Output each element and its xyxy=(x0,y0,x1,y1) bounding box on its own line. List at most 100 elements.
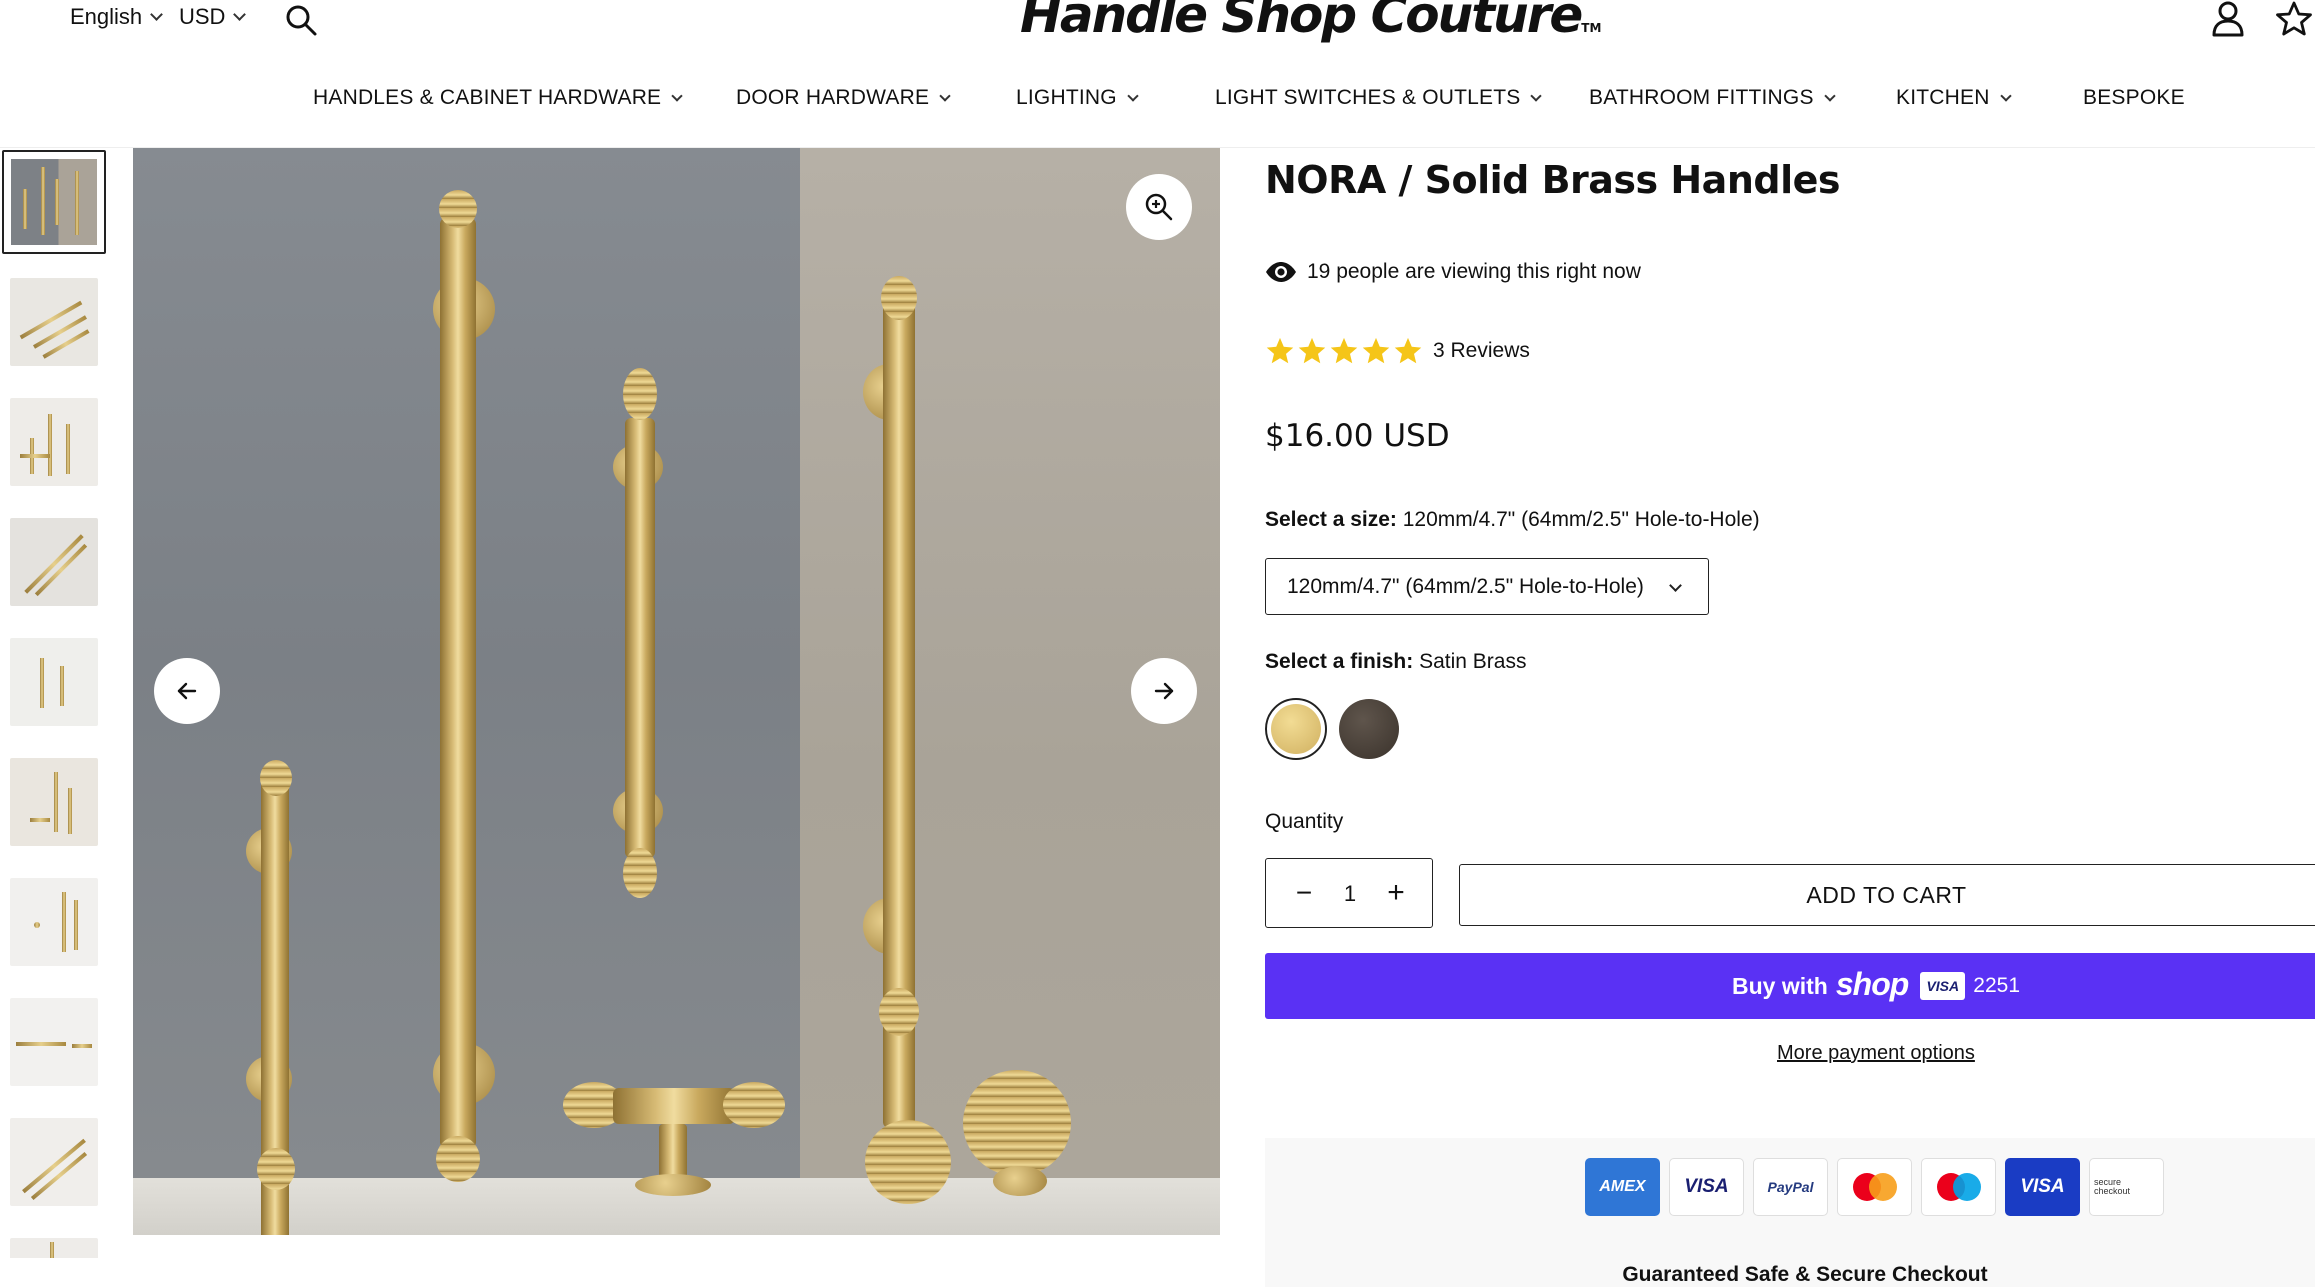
thumbnail-9[interactable] xyxy=(10,1118,98,1206)
chevron-down-icon xyxy=(1824,90,1836,102)
star-icon xyxy=(1394,337,1422,364)
handle-finial xyxy=(439,190,477,228)
quantity-label: Quantity xyxy=(1265,810,1344,833)
next-image-button[interactable] xyxy=(1131,658,1197,724)
ball-knob xyxy=(865,1120,951,1204)
visa-blue-icon: VISA xyxy=(2005,1158,2080,1216)
finish-label-value: Satin Brass xyxy=(1419,650,1527,673)
chevron-down-icon xyxy=(150,8,164,21)
nav-item-kitchen[interactable]: KITCHEN xyxy=(1896,86,2012,110)
nav-item-label: BESPOKE xyxy=(2083,86,2185,109)
thumbnail-1[interactable] xyxy=(2,150,106,254)
nav-item-label: DOOR HARDWARE xyxy=(736,86,930,109)
nav-item-lighting[interactable]: LIGHTING xyxy=(1016,86,1139,110)
size-label-title: Select a size: xyxy=(1265,508,1397,531)
t-knob-bar xyxy=(613,1088,735,1124)
wishlist-star-icon[interactable] xyxy=(2275,0,2313,38)
reviews-count[interactable]: 3 Reviews xyxy=(1433,339,1530,363)
thumbnail-3[interactable] xyxy=(10,398,98,486)
currency-label: USD xyxy=(179,4,226,29)
zoom-in-icon xyxy=(1145,193,1173,221)
top-bar: English USD Handle Shop CoutureTM xyxy=(0,0,2315,44)
language-selector[interactable]: English xyxy=(70,4,164,30)
card-last4: 2251 xyxy=(1973,974,2020,997)
size-label-value: 120mm/4.7" (64mm/2.5" Hole-to-Hole) xyxy=(1402,508,1760,531)
site-logo[interactable]: Handle Shop CoutureTM xyxy=(1020,0,1601,44)
rating-stars xyxy=(1265,336,1423,366)
paypal-icon: PayPal xyxy=(1753,1158,1828,1216)
visa-card-icon: VISA xyxy=(1920,972,1966,1000)
logo-tm: TM xyxy=(1581,21,1602,35)
handle-finial xyxy=(257,1148,295,1190)
thumbnail-6[interactable] xyxy=(10,758,98,846)
shop-pay-label: Buy with xyxy=(1732,972,1828,999)
product-rating[interactable]: 3 Reviews xyxy=(1265,336,1530,366)
zoom-button[interactable] xyxy=(1126,174,1192,240)
chevron-down-icon xyxy=(1127,90,1139,102)
ball-knob xyxy=(963,1070,1071,1176)
thumbnail-10[interactable] xyxy=(10,1238,98,1258)
thumbnail-2[interactable] xyxy=(10,278,98,366)
size-select-value: 120mm/4.7" (64mm/2.5" Hole-to-Hole) xyxy=(1287,574,1644,598)
nav-item-bathroom-fittings[interactable]: BATHROOM FITTINGS xyxy=(1589,86,1836,110)
more-payment-options-link[interactable]: More payment options xyxy=(1777,1042,1975,1065)
nav-item-handles[interactable]: HANDLES & CABINET HARDWARE xyxy=(313,86,683,110)
previous-image-button[interactable] xyxy=(154,658,220,724)
nav-item-label: BATHROOM FITTINGS xyxy=(1589,86,1814,109)
maestro-icon xyxy=(1921,1158,1996,1216)
language-label: English xyxy=(70,4,143,29)
ball-knob-base xyxy=(993,1166,1047,1196)
chevron-down-icon xyxy=(1999,90,2012,102)
amex-icon: AMEX xyxy=(1585,1158,1660,1216)
quantity-stepper: − 1 + xyxy=(1265,858,1433,928)
main-nav: HANDLES & CABINET HARDWARE DOOR HARDWARE… xyxy=(0,86,2315,122)
search-icon[interactable] xyxy=(284,3,318,37)
chevron-down-icon xyxy=(939,90,951,102)
star-icon xyxy=(1330,337,1358,364)
secure-checkout-icon: secure checkout xyxy=(2089,1158,2164,1216)
shop-brand: shop xyxy=(1835,965,1909,1002)
nav-item-light-switches[interactable]: LIGHT SWITCHES & OUTLETS xyxy=(1215,86,1543,110)
finish-swatch-satin-brass[interactable] xyxy=(1265,698,1327,760)
quantity-input[interactable]: 1 xyxy=(1326,881,1374,907)
handle-finial xyxy=(623,848,657,898)
chevron-down-icon xyxy=(233,8,247,21)
arrow-right-icon xyxy=(1154,682,1174,700)
star-icon xyxy=(1266,337,1294,364)
payment-icons: AMEX VISA PayPal VISA secure checkout xyxy=(1585,1158,2164,1216)
logo-text: Handle Shop Couture xyxy=(1020,0,1583,44)
size-select[interactable]: 120mm/4.7" (64mm/2.5" Hole-to-Hole) xyxy=(1265,558,1709,615)
handle-rod xyxy=(440,218,476,1148)
handle-finial xyxy=(623,368,657,420)
quantity-increase-button[interactable]: + xyxy=(1378,878,1414,909)
product-main-image[interactable] xyxy=(133,148,1220,1235)
eye-icon xyxy=(1266,262,1296,282)
thumbnail-8[interactable] xyxy=(10,998,98,1086)
handle-finial xyxy=(436,1136,480,1182)
viewers-notice: 19 people are viewing this right now xyxy=(1265,260,1641,284)
guarantee-text: Guaranteed Safe & Secure Checkout xyxy=(1622,1263,1988,1286)
viewers-text: 19 people are viewing this right now xyxy=(1307,260,1641,283)
quantity-decrease-button[interactable]: − xyxy=(1286,879,1322,907)
handle-finial xyxy=(881,276,917,320)
handle-rod xyxy=(625,418,655,858)
thumbnail-5[interactable] xyxy=(10,638,98,726)
add-to-cart-button[interactable]: ADD TO CART xyxy=(1459,864,2315,926)
thumbnail-7[interactable] xyxy=(10,878,98,966)
currency-selector[interactable]: USD xyxy=(179,4,247,30)
nav-item-door-hardware[interactable]: DOOR HARDWARE xyxy=(736,86,951,110)
chevron-down-icon xyxy=(1669,579,1682,592)
visa-icon: VISA xyxy=(1669,1158,1744,1216)
thumbnail-list xyxy=(0,148,110,1258)
account-icon[interactable] xyxy=(2210,0,2246,38)
handle-finial xyxy=(260,760,292,796)
product-title: NORA / Solid Brass Handles xyxy=(1265,158,1841,202)
chevron-down-icon xyxy=(671,90,683,102)
finish-swatch-dark-bronze[interactable] xyxy=(1339,699,1399,759)
mastercard-icon xyxy=(1837,1158,1912,1216)
nav-item-bespoke[interactable]: BESPOKE xyxy=(2083,86,2185,110)
shop-pay-button[interactable]: Buy with shop VISA 2251 xyxy=(1265,953,2315,1019)
thumbnail-4[interactable] xyxy=(10,518,98,606)
finish-label-title: Select a finish: xyxy=(1265,650,1414,673)
finish-label: Select a finish: Satin Brass xyxy=(1265,650,1526,674)
